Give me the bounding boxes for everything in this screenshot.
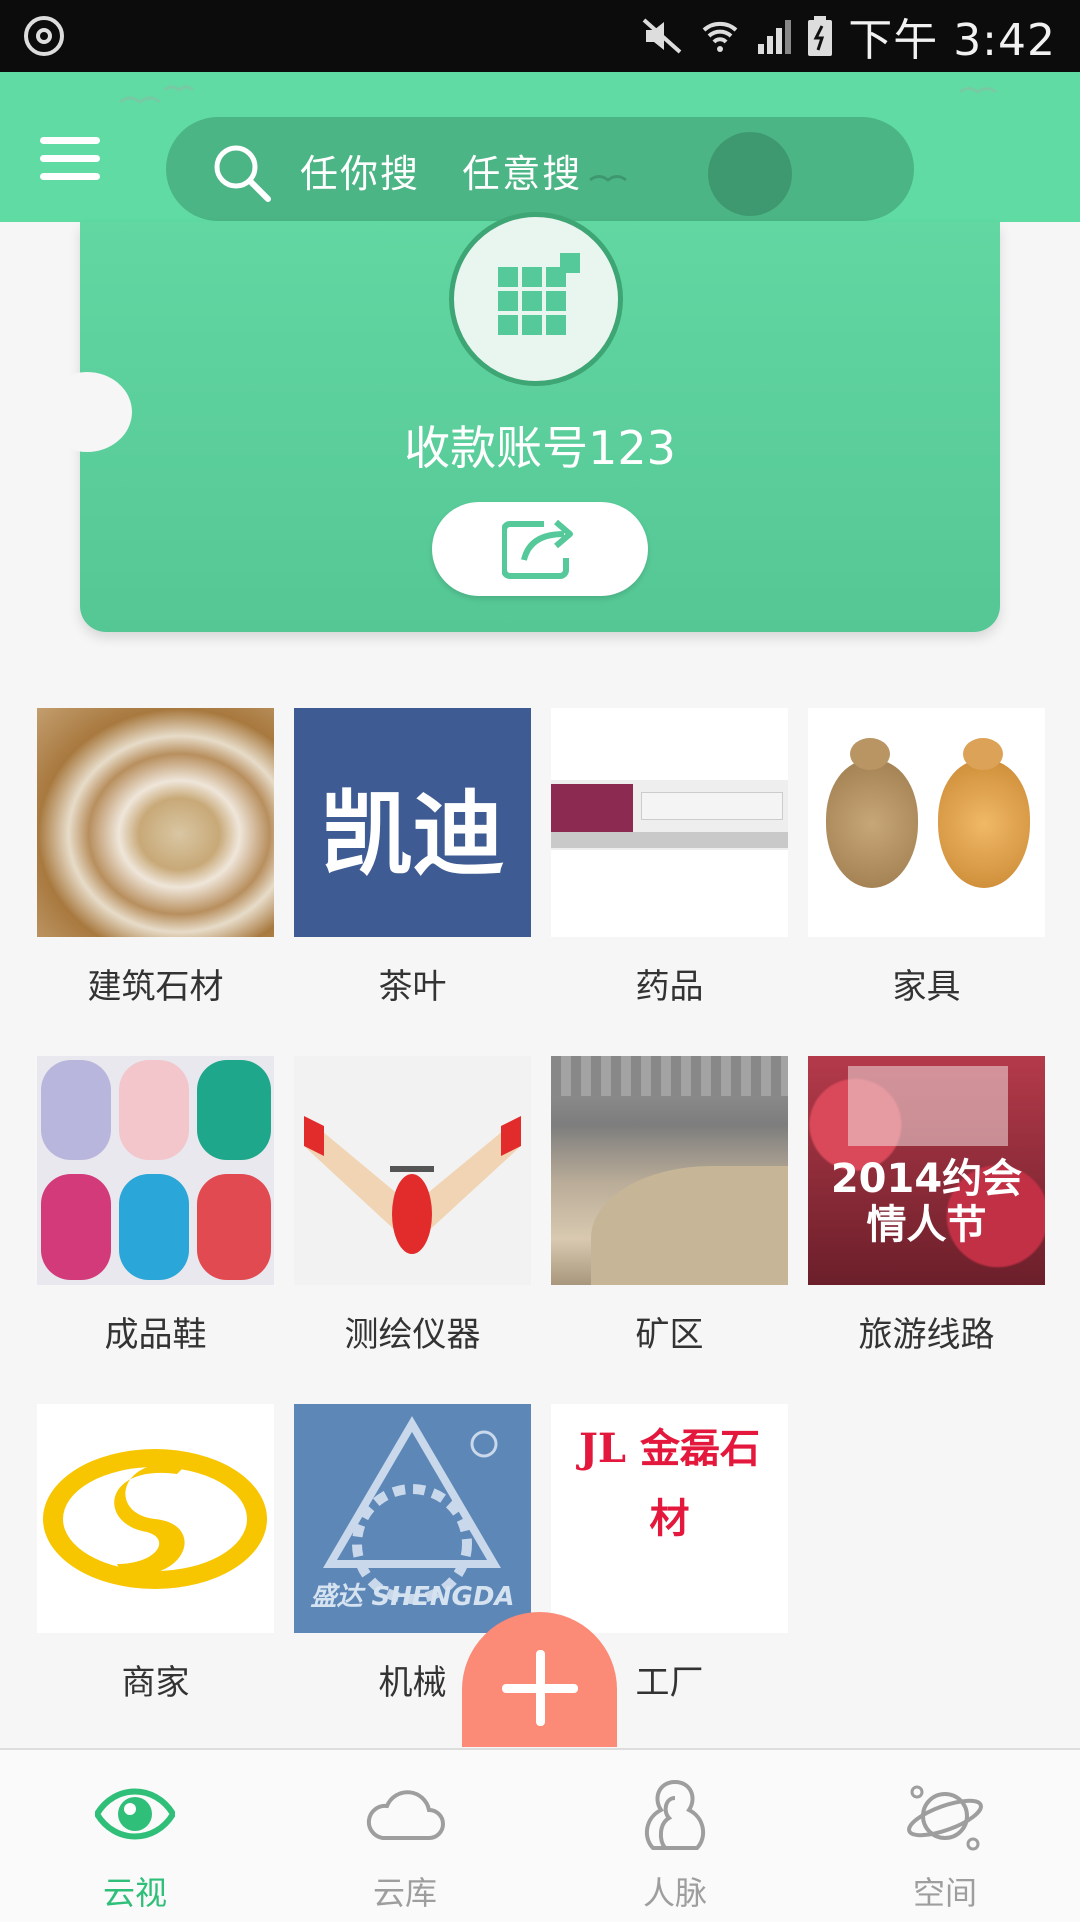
- search-placeholder: 任你搜 任意搜: [300, 152, 583, 196]
- survey-instrument-thumbnail: [294, 1056, 531, 1285]
- category-tile-shoes[interactable]: 成品鞋: [37, 1056, 274, 1356]
- status-time: 下午 3:42: [848, 15, 1056, 66]
- category-tile-tea[interactable]: 凯迪 茶叶: [294, 708, 531, 1008]
- nav-label: 云视: [102, 1874, 167, 1912]
- nav-tab-yunshi[interactable]: 云视: [0, 1750, 270, 1922]
- travel-thumbnail: 2014约会情人节: [808, 1056, 1045, 1285]
- planet-icon: [907, 1785, 983, 1851]
- cloud-icon: [366, 1790, 445, 1840]
- bottom-nav: 云视 云库 人脉 空间: [0, 1748, 1080, 1922]
- nav-tab-renmai[interactable]: 人脉: [540, 1750, 810, 1922]
- category-tile-stone[interactable]: 建筑石材: [37, 708, 274, 1008]
- furniture-thumbnail: [808, 708, 1045, 937]
- category-tile-medicine[interactable]: 药品: [551, 708, 788, 1008]
- nav-label: 人脉: [642, 1874, 707, 1912]
- category-label: 矿区: [635, 1315, 704, 1355]
- nav-label: 空间: [912, 1874, 977, 1912]
- factory-logo-text: JL 金磊石材: [579, 1425, 760, 1542]
- menu-button[interactable]: [40, 137, 100, 183]
- account-card: 收款账号123: [42, 212, 1000, 632]
- stone-thumbnail: [37, 708, 274, 937]
- merchant-thumbnail: [37, 1404, 274, 1633]
- mine-thumbnail: [551, 1056, 788, 1285]
- share-icon: [502, 519, 573, 579]
- contacts-icon: [644, 1779, 706, 1850]
- nav-label: 云库: [372, 1874, 437, 1912]
- category-label: 茶叶: [378, 967, 447, 1007]
- tea-logo-text: 凯迪: [320, 780, 505, 888]
- category-tile-survey[interactable]: 测绘仪器: [294, 1056, 531, 1356]
- battery-icon: [808, 16, 833, 56]
- category-label: 药品: [635, 967, 704, 1007]
- medicine-thumbnail: [551, 708, 788, 937]
- machinery-thumbnail: 盛达 SHENGDA: [294, 1404, 531, 1633]
- category-label: 成品鞋: [104, 1315, 207, 1355]
- category-tile-travel[interactable]: 2014约会情人节 旅游线路: [808, 1056, 1045, 1356]
- category-tile-merchant[interactable]: 商家: [37, 1404, 274, 1704]
- machinery-logo-text: 盛达 SHENGDA: [310, 1582, 515, 1612]
- search-bar[interactable]: 任你搜 任意搜: [166, 117, 914, 221]
- share-button[interactable]: [432, 502, 648, 596]
- category-label: 测绘仪器: [344, 1315, 481, 1355]
- signal-icon: [758, 20, 792, 54]
- grid-logo-icon: [498, 253, 580, 335]
- app-logo: [449, 212, 623, 386]
- status-bar: 下午 3:42: [0, 0, 1080, 72]
- merchant-logo: [43, 1449, 267, 1589]
- category-tile-furniture[interactable]: 家具: [808, 708, 1045, 1008]
- nav-tab-kongjian[interactable]: 空间: [810, 1750, 1080, 1922]
- mute-icon: [642, 18, 682, 54]
- eye-icon: [95, 1788, 175, 1840]
- search-icon: [214, 145, 271, 202]
- category-label: 旅游线路: [858, 1315, 995, 1355]
- factory-thumbnail: JL 金磊石材: [551, 1404, 788, 1633]
- shoes-thumbnail: [37, 1056, 274, 1285]
- account-title: 收款账号123: [404, 421, 676, 475]
- nav-tab-yunku[interactable]: 云库: [270, 1750, 540, 1922]
- category-label: 商家: [121, 1663, 190, 1703]
- category-label: 家具: [892, 967, 961, 1007]
- wifi-icon: [702, 21, 738, 52]
- tea-thumbnail: 凯迪: [294, 708, 531, 937]
- travel-poster-text: 2014约会情人节: [830, 1156, 1023, 1248]
- category-tile-mine[interactable]: 矿区: [551, 1056, 788, 1356]
- sync-clock-icon: [24, 16, 64, 56]
- drone-graphic: [304, 1116, 521, 1254]
- app-header: 任你搜 任意搜: [0, 72, 1080, 222]
- category-label: 建筑石材: [87, 967, 224, 1007]
